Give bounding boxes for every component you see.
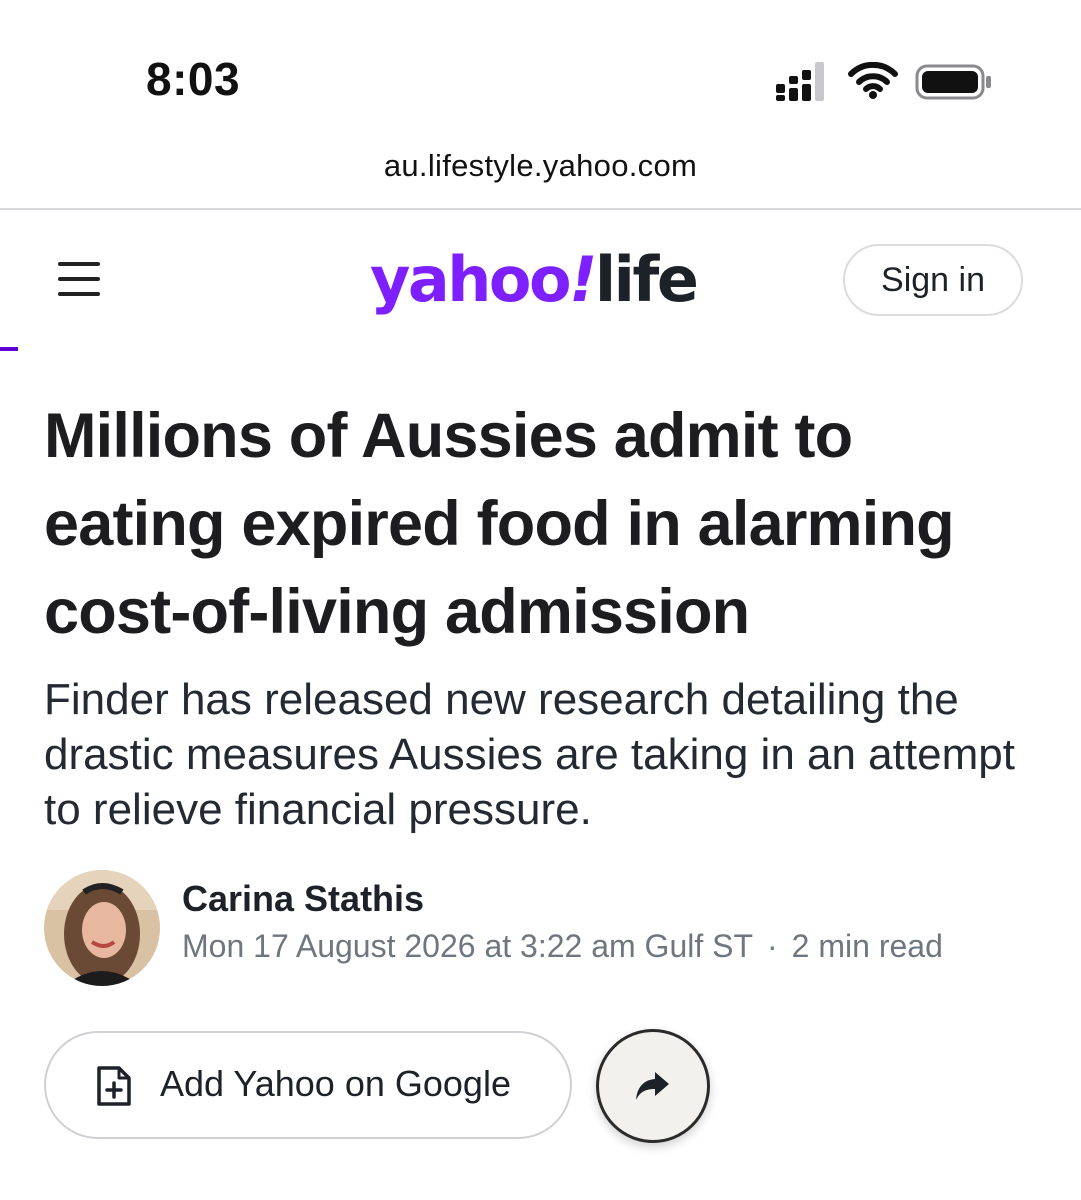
site-header: yahoo!life Sign in bbox=[0, 210, 1081, 350]
document-plus-icon bbox=[97, 1066, 131, 1106]
logo-bang-text: ! bbox=[569, 243, 597, 316]
cellular-signal-icon bbox=[776, 62, 824, 101]
author-name[interactable]: Carina Stathis bbox=[182, 878, 424, 920]
logo-life-text: life bbox=[594, 243, 699, 316]
author-photo bbox=[44, 870, 160, 986]
yahoo-life-logo[interactable]: yahoo!life bbox=[370, 240, 699, 320]
logo-yahoo-text: yahoo bbox=[370, 243, 572, 316]
battery-icon bbox=[915, 64, 991, 100]
read-time: 2 min read bbox=[791, 928, 943, 964]
wifi-icon bbox=[848, 62, 898, 99]
share-arrow-icon bbox=[636, 1072, 669, 1100]
byline-meta: Mon 17 August 2026 at 3:22 am Gulf ST · 2 … bbox=[182, 928, 943, 965]
sign-in-button[interactable]: Sign in bbox=[843, 244, 1023, 316]
status-bar: 8:03 bbox=[0, 0, 1081, 130]
meta-separator: · bbox=[767, 928, 778, 964]
accent-divider bbox=[0, 347, 18, 351]
article-headline: Millions of Aussies admit to eating expi… bbox=[44, 401, 955, 647]
publish-date: Mon 17 August 2026 at 3:22 am Gulf ST bbox=[182, 928, 754, 964]
url-text[interactable]: au.lifestyle.yahoo.com bbox=[0, 148, 1081, 184]
url-bar[interactable]: au.lifestyle.yahoo.com bbox=[0, 130, 1081, 210]
add-yahoo-on-google-button[interactable]: Add Yahoo on Google bbox=[44, 1031, 572, 1139]
add-google-label: Add Yahoo on Google bbox=[160, 1063, 511, 1104]
hamburger-menu-icon[interactable] bbox=[54, 260, 106, 300]
status-time: 8:03 bbox=[146, 53, 241, 105]
article-summary: Finder has released new research detaili… bbox=[44, 675, 1015, 834]
share-button[interactable] bbox=[596, 1029, 710, 1143]
author-avatar[interactable] bbox=[44, 870, 160, 986]
